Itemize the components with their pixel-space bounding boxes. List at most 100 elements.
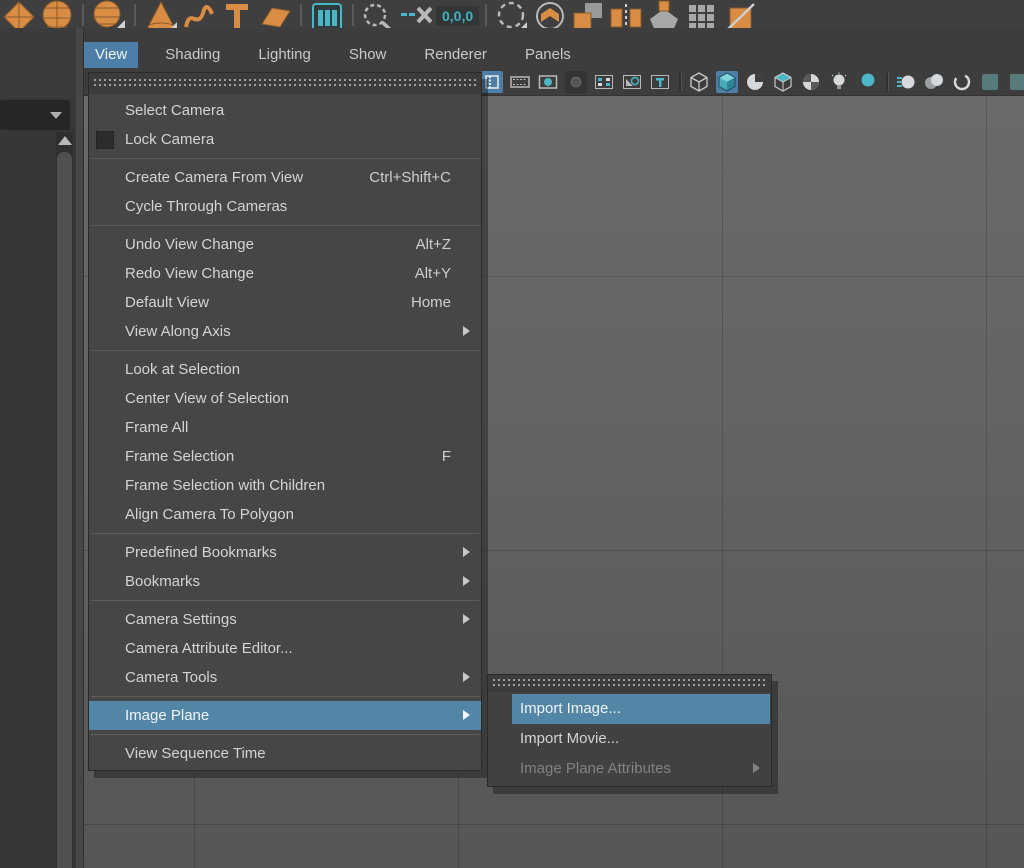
- safe-action-icon[interactable]: [621, 71, 643, 93]
- zoom-selected-icon[interactable]: [360, 0, 398, 30]
- reset-transform-readout[interactable]: 0,0,0: [436, 6, 479, 26]
- menu-item-cycle-through-cameras[interactable]: Cycle Through Cameras: [89, 192, 481, 221]
- exposure-icon[interactable]: [979, 71, 1001, 93]
- panel-dropdown[interactable]: [0, 100, 70, 130]
- menu-item-image-plane[interactable]: Image Plane: [89, 701, 481, 730]
- resolution-gate-icon[interactable]: [509, 71, 531, 93]
- panel-menu-renderer[interactable]: Renderer: [413, 42, 498, 68]
- panel-menu-panels[interactable]: Panels: [514, 42, 582, 68]
- menu-item-view-along-axis[interactable]: View Along Axis: [89, 317, 481, 346]
- poly-ball-icon[interactable]: [38, 0, 76, 30]
- menu-item-frame-selection[interactable]: Frame SelectionF: [89, 442, 481, 471]
- menu-separator: [91, 158, 479, 159]
- poly-plane-icon[interactable]: [256, 0, 294, 30]
- shelf-separator: [82, 4, 84, 26]
- duplicate-icon[interactable]: [569, 0, 607, 30]
- panel-menu-show[interactable]: Show: [338, 42, 398, 68]
- motion-blur-icon[interactable]: [895, 71, 917, 93]
- menu-item-camera-tools[interactable]: Camera Tools: [89, 663, 481, 692]
- menu-item-look-at-selection[interactable]: Look at Selection: [89, 355, 481, 384]
- field-chart-icon[interactable]: [593, 71, 615, 93]
- poly-sphere-icon[interactable]: [0, 0, 38, 30]
- depth-of-field-icon[interactable]: [923, 71, 945, 93]
- menu-item-image-plane-attributes: Image Plane Attributes: [488, 754, 771, 784]
- menu-item-label: Look at Selection: [125, 355, 240, 384]
- anti-aliasing-icon[interactable]: [951, 71, 973, 93]
- menu-item-label: Default View: [125, 288, 209, 317]
- submenu-arrow-icon: [463, 326, 470, 336]
- type-tool-icon[interactable]: [218, 0, 256, 30]
- wireframe-on-shaded-icon[interactable]: [800, 71, 822, 93]
- menu-item-undo-view-change[interactable]: Undo View Change Alt+Z: [89, 230, 481, 259]
- smooth-shade-icon[interactable]: [716, 71, 738, 93]
- submenu-arrow-icon: [463, 547, 470, 557]
- film-origin-icon[interactable]: [565, 71, 587, 93]
- menu-item-label: Bookmarks: [125, 567, 200, 596]
- menu-item-camera-settings[interactable]: Camera Settings: [89, 605, 481, 634]
- scrollbar-thumb[interactable]: [57, 152, 72, 868]
- smooth-mesh-icon[interactable]: [90, 0, 128, 30]
- panel-icon-toolbar: [481, 70, 1024, 94]
- menu-tearoff-handle[interactable]: [89, 73, 481, 94]
- uv-editor-icon[interactable]: [308, 0, 346, 30]
- menu-item-label: Frame All: [125, 413, 188, 442]
- scroll-up-arrow-icon[interactable]: [58, 136, 72, 145]
- menu-item-center-view-of-selection[interactable]: Center View of Selection: [89, 384, 481, 413]
- grid-line: [84, 824, 1024, 825]
- menu-item-import-movie[interactable]: Import Movie...: [488, 724, 771, 754]
- curve-tool-icon[interactable]: [180, 0, 218, 30]
- menu-item-shortcut: Home: [411, 288, 451, 317]
- shelf-separator: [485, 4, 487, 26]
- menu-item-frame-selection-with-children[interactable]: Frame Selection with Children: [89, 471, 481, 500]
- panel-menu-view[interactable]: View: [84, 42, 138, 68]
- menu-item-label: Image Plane: [125, 701, 209, 730]
- menu-item-label: Align Camera To Polygon: [125, 500, 294, 529]
- menu-item-shortcut: Alt+Z: [416, 230, 451, 259]
- mirror-geometry-icon[interactable]: [607, 0, 645, 30]
- panel-menu-shading[interactable]: Shading: [154, 42, 231, 68]
- multi-cut-icon[interactable]: [683, 0, 721, 30]
- safe-title-icon[interactable]: [649, 71, 671, 93]
- menu-item-import-image[interactable]: Import Image...: [488, 694, 771, 724]
- rotate-mode-icon[interactable]: [493, 0, 531, 30]
- menu-item-label: Lock Camera: [125, 125, 214, 154]
- menu-item-default-view[interactable]: Default View Home: [89, 288, 481, 317]
- wireframe-display-icon[interactable]: [688, 71, 710, 93]
- menu-item-redo-view-change[interactable]: Redo View ChangeAlt+Y: [89, 259, 481, 288]
- menu-item-select-camera[interactable]: Select Camera: [89, 96, 481, 125]
- menu-item-align-camera-to-polygon[interactable]: Align Camera To Polygon: [89, 500, 481, 529]
- quad-draw-icon[interactable]: [645, 0, 683, 30]
- submenu-arrow-icon: [463, 614, 470, 624]
- menu-item-label: Image Plane Attributes: [520, 754, 671, 784]
- shadows-icon[interactable]: [856, 71, 878, 93]
- shelf-separator: [134, 4, 136, 26]
- delete-history-icon[interactable]: [398, 0, 436, 30]
- lights-icon[interactable]: [828, 71, 850, 93]
- menu-item-predefined-bookmarks[interactable]: Predefined Bookmarks: [89, 538, 481, 567]
- clipped-edge-icon[interactable]: [1007, 71, 1024, 93]
- menu-item-frame-all[interactable]: Frame All: [89, 413, 481, 442]
- poly-cone-icon[interactable]: [142, 0, 180, 30]
- shelf-separator: [352, 4, 354, 26]
- menu-item-create-camera-from-view[interactable]: Create Camera From ViewCtrl+Shift+C: [89, 163, 481, 192]
- gate-mask-icon[interactable]: [537, 71, 559, 93]
- use-default-material-icon[interactable]: [772, 71, 794, 93]
- menu-item-label: Undo View Change: [125, 230, 254, 259]
- connect-tool-icon[interactable]: [721, 0, 759, 30]
- submenu-tearoff-handle[interactable]: [488, 675, 771, 692]
- menu-separator: [91, 533, 479, 534]
- menu-item-bookmarks[interactable]: Bookmarks: [89, 567, 481, 596]
- panel-menu-lighting[interactable]: Lighting: [247, 42, 322, 68]
- menu-item-label: View Along Axis: [125, 317, 231, 346]
- menu-item-camera-attribute-editor[interactable]: Camera Attribute Editor...: [89, 634, 481, 663]
- menu-item-lock-camera[interactable]: Lock Camera: [89, 125, 481, 154]
- menu-separator: [91, 350, 479, 351]
- textured-display-icon[interactable]: [744, 71, 766, 93]
- checkbox-unchecked[interactable]: [96, 131, 114, 149]
- menu-item-shortcut: Ctrl+Shift+C: [369, 163, 451, 192]
- menu-item-view-sequence-time[interactable]: View Sequence Time: [89, 739, 481, 768]
- menu-item-label: Camera Tools: [125, 663, 217, 692]
- menu-item-label: Predefined Bookmarks: [125, 538, 277, 567]
- soft-select-icon[interactable]: [531, 0, 569, 30]
- film-gate-icon[interactable]: [481, 71, 503, 93]
